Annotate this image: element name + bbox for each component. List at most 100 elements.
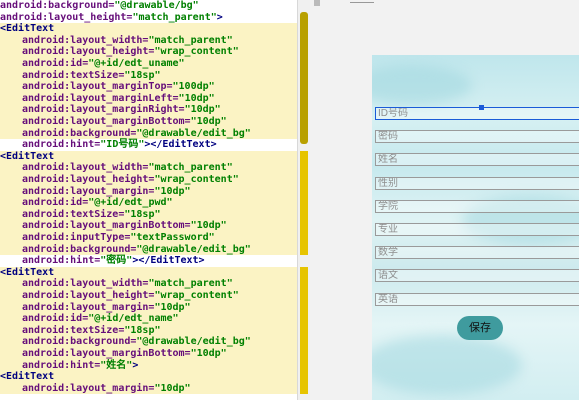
code-value: "match_parent": [132, 11, 217, 23]
code-attribute: android:layout_width=: [22, 278, 149, 290]
edit-text-field[interactable]: [375, 130, 579, 144]
layout-designer-panel: 保存: [310, 0, 579, 400]
code-line[interactable]: android:background="@drawable/bg": [0, 0, 297, 12]
edit-text-input[interactable]: [378, 247, 578, 260]
gutter-marker: [300, 185, 308, 198]
code-tag-end: ></EditText>: [144, 139, 217, 151]
edit-text-input[interactable]: [378, 177, 578, 190]
edit-text-input[interactable]: [378, 154, 578, 167]
code-line[interactable]: android:layout_width="match_parent": [0, 278, 297, 290]
code-line[interactable]: android:layout_width="match_parent": [0, 162, 297, 174]
code-line[interactable]: android:id="@+id/edt_uname": [0, 58, 297, 70]
code-line[interactable]: android:layout_marginBottom="10dp": [0, 348, 297, 360]
edit-text-input[interactable]: [378, 200, 578, 213]
code-line[interactable]: android:layout_marginBottom="10dp": [0, 220, 297, 232]
code-value: "10dp": [190, 348, 227, 359]
code-line[interactable]: android:layout_margin="10dp": [0, 301, 297, 314]
code-line[interactable]: android:layout_height="wrap_content": [0, 46, 297, 58]
code-line[interactable]: <EditText: [0, 150, 297, 163]
code-line[interactable]: android:textSize="18sp": [0, 69, 297, 82]
code-value: "@+id/edt_uname": [88, 58, 185, 69]
code-attribute: android:layout_marginBottom=: [22, 116, 191, 127]
edit-text-input[interactable]: [378, 270, 578, 283]
gutter-marker: [300, 150, 308, 163]
gutter-marker: [300, 290, 308, 302]
gutter-marker: [300, 232, 308, 244]
edit-text-field[interactable]: [375, 105, 579, 120]
code-line[interactable]: android:layout_margin="10dp": [0, 185, 297, 198]
code-value: "10dp": [190, 220, 227, 232]
code-line[interactable]: android:layout_marginBottom="10dp": [0, 116, 297, 128]
code-line[interactable]: android:layout_height="match_parent">: [0, 11, 297, 24]
code-line[interactable]: <EditText: [0, 23, 297, 35]
edit-text-input[interactable]: [378, 293, 578, 306]
code-line[interactable]: android:id="@+id/edt_pwd": [0, 197, 297, 209]
code-line[interactable]: <EditText: [0, 266, 297, 279]
code-attribute: android:background=: [22, 127, 137, 139]
code-value: "ID号码": [100, 139, 145, 151]
code-value: "match_parent": [148, 162, 233, 174]
code-tag: <EditText: [0, 23, 55, 35]
gutter-marker: [300, 278, 308, 290]
xml-code-editor[interactable]: android:background="@drawable/bg" android…: [0, 0, 297, 400]
code-value: "100dp": [172, 81, 215, 93]
edit-text-field[interactable]: [375, 176, 579, 190]
code-line[interactable]: android:background="@drawable/edit_bg": [0, 127, 297, 140]
code-line[interactable]: android:layout_margin="10dp": [0, 382, 297, 395]
selection-handle[interactable]: [479, 105, 484, 110]
code-line[interactable]: android:layout_height="wrap_content": [0, 290, 297, 302]
code-attribute: android:layout_height=: [22, 174, 155, 185]
code-line[interactable]: android:layout_height="wrap_content": [0, 174, 297, 186]
code-line[interactable]: android:hint="密码"></EditText>: [0, 255, 297, 267]
code-attribute: android:layout_marginBottom=: [22, 220, 191, 232]
gutter-marker: [300, 348, 308, 360]
code-attribute: android:layout_width=: [22, 34, 149, 46]
code-value: "@drawable/edit_bg": [136, 243, 251, 255]
gutter-marker: [300, 174, 308, 186]
code-value: "@drawable/edit_bg": [136, 336, 251, 348]
edit-text-input[interactable]: [378, 131, 578, 144]
code-line[interactable]: android:layout_marginTop="100dp": [0, 81, 297, 93]
code-value: "@drawable/edit_bg": [136, 127, 251, 139]
editor-scrollbar-thumb[interactable]: [300, 12, 308, 144]
save-button[interactable]: 保存: [457, 316, 503, 340]
edit-text-input[interactable]: [378, 108, 578, 120]
edit-text-field[interactable]: [375, 199, 579, 213]
gutter-marker: [300, 313, 308, 325]
code-value: "姓名": [100, 359, 133, 371]
code-value: "wrap_content": [154, 290, 239, 301]
code-attribute: android:layout_margin=: [22, 301, 155, 313]
toolbar-icon[interactable]: [314, 0, 320, 6]
code-line[interactable]: android:background="@drawable/edit_bg": [0, 336, 297, 348]
code-attribute: android:id=: [22, 58, 89, 69]
code-value: "@+id/edt_pwd": [88, 197, 173, 209]
code-attribute: android:layout_width=: [22, 162, 149, 174]
code-line[interactable]: android:hint="ID号码"></EditText>: [0, 139, 297, 151]
edit-text-field[interactable]: [375, 223, 579, 236]
code-line[interactable]: android:layout_width="match_parent": [0, 34, 297, 47]
code-value: "18sp": [124, 69, 161, 81]
code-line[interactable]: android:hint="姓名">: [0, 359, 297, 372]
code-line[interactable]: android:textSize="18sp": [0, 324, 297, 337]
edit-text-field[interactable]: [375, 269, 579, 283]
edit-text-field[interactable]: [375, 292, 579, 306]
code-line[interactable]: android:textSize="18sp": [0, 208, 297, 221]
gutter-marker: [300, 208, 308, 221]
code-attribute: android:textSize=: [22, 324, 125, 336]
gutter-marker: [300, 197, 308, 209]
code-attribute: android:layout_marginBottom=: [22, 348, 191, 359]
code-line[interactable]: android:inputType="textPassword": [0, 232, 297, 244]
code-line[interactable]: android:id="@+id/edt_name": [0, 313, 297, 325]
code-line[interactable]: android:background="@drawable/edit_bg": [0, 243, 297, 256]
code-tag: <EditText: [0, 266, 55, 278]
gutter-marker: [300, 162, 308, 174]
code-tag-end: >: [132, 359, 139, 371]
code-line[interactable]: <EditText: [0, 371, 297, 383]
edit-text-field[interactable]: [375, 246, 579, 260]
device-preview: 保存: [372, 55, 579, 400]
code-line[interactable]: android:layout_marginLeft="10dp": [0, 92, 297, 105]
edit-text-input[interactable]: [378, 224, 578, 236]
code-line[interactable]: android:layout_marginRight="10dp": [0, 104, 297, 116]
gutter-marker: [300, 266, 308, 279]
edit-text-field[interactable]: [375, 153, 579, 167]
